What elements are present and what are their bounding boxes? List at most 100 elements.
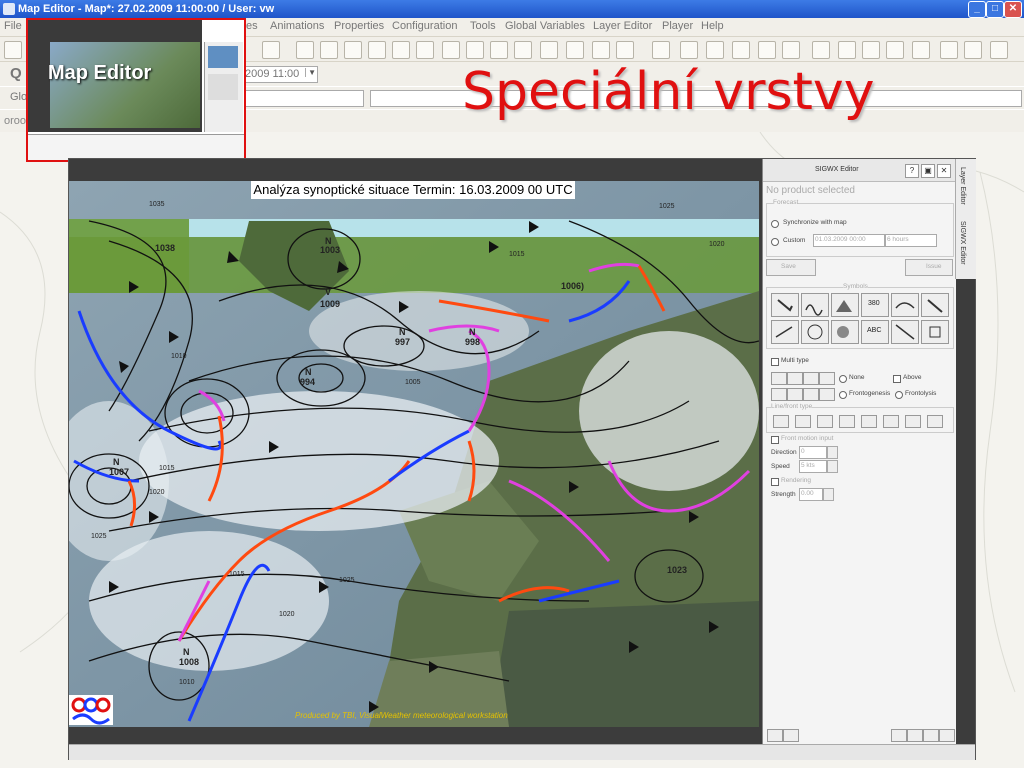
graph-icon[interactable] xyxy=(416,41,434,59)
cb-cloud-icon[interactable] xyxy=(771,293,799,317)
tool-icon[interactable] xyxy=(783,729,799,742)
strength-stepper[interactable] xyxy=(823,488,834,501)
globe-icon[interactable] xyxy=(392,41,410,59)
speed-stepper[interactable] xyxy=(827,460,838,473)
plot-icon[interactable] xyxy=(540,41,558,59)
image-icon[interactable] xyxy=(368,41,386,59)
export-icon[interactable] xyxy=(923,729,939,742)
chevron-down-icon[interactable]: ▼ xyxy=(305,68,316,77)
front-above-checkbox[interactable] xyxy=(893,375,901,383)
bucket-icon[interactable] xyxy=(490,41,508,59)
layers-icon[interactable] xyxy=(296,41,314,59)
refresh-icon[interactable] xyxy=(886,41,904,59)
film-icon[interactable] xyxy=(616,41,634,59)
cloud-area-icon[interactable] xyxy=(831,320,859,344)
tab-sigwx-editor[interactable]: SIGWX Editor xyxy=(959,221,966,265)
sounding-icon[interactable] xyxy=(442,41,460,59)
icing-icon[interactable] xyxy=(921,293,949,317)
jet-stream-icon[interactable] xyxy=(891,293,919,317)
delete-icon[interactable] xyxy=(907,729,923,742)
document-icon[interactable] xyxy=(566,41,584,59)
rendering-checkbox[interactable] xyxy=(771,478,779,486)
draw-icon[interactable] xyxy=(262,41,280,59)
menu-animations[interactable]: Animations xyxy=(270,20,324,32)
layer-input-1[interactable] xyxy=(244,90,364,107)
import-icon[interactable] xyxy=(939,729,955,742)
save-button[interactable]: Save xyxy=(766,259,816,276)
front-type-button[interactable] xyxy=(787,388,803,401)
text-box-icon[interactable]: ABC xyxy=(861,320,889,344)
network-icon[interactable] xyxy=(758,41,776,59)
tropopause-box-icon[interactable]: 380 xyxy=(861,293,889,317)
email-icon[interactable] xyxy=(912,41,930,59)
toolbar-button[interactable] xyxy=(4,41,22,59)
maximize-button[interactable]: □ xyxy=(986,1,1004,18)
front-type-button[interactable] xyxy=(803,372,819,385)
tab-layer-editor[interactable]: Layer Editor xyxy=(959,167,966,205)
paint-icon[interactable] xyxy=(592,41,610,59)
help-button[interactable]: ? xyxy=(905,164,919,178)
table-icon[interactable] xyxy=(320,41,338,59)
stats-icon[interactable] xyxy=(514,41,532,59)
front-type-button[interactable] xyxy=(771,388,787,401)
front-type-button[interactable] xyxy=(771,372,787,385)
target-icon[interactable] xyxy=(680,41,698,59)
front-none-radio[interactable] xyxy=(839,375,847,383)
stop-icon[interactable] xyxy=(652,41,670,59)
custom-radio[interactable] xyxy=(771,238,779,246)
line-icon[interactable] xyxy=(891,320,919,344)
tools-icon[interactable] xyxy=(812,41,830,59)
plugin-icon[interactable] xyxy=(940,41,958,59)
custom-hours-select[interactable]: 6 hours xyxy=(885,234,937,247)
direction-input[interactable]: 0 xyxy=(799,446,827,459)
menu-help[interactable]: Help xyxy=(701,20,724,32)
front-motion-checkbox[interactable] xyxy=(771,436,779,444)
frontolysis-radio[interactable] xyxy=(895,391,903,399)
turbulence-icon[interactable] xyxy=(801,293,829,317)
pin-icon[interactable] xyxy=(767,729,783,742)
edit-icon[interactable] xyxy=(466,41,484,59)
menu-tools[interactable]: Tools xyxy=(470,20,496,32)
minimize-button[interactable]: _ xyxy=(968,1,986,18)
line-type-button[interactable] xyxy=(817,415,833,428)
line-type-button[interactable] xyxy=(795,415,811,428)
issue-button[interactable]: Issue xyxy=(905,259,953,276)
close-button[interactable]: ✕ xyxy=(1004,1,1022,18)
mountain-wave-icon[interactable] xyxy=(831,293,859,317)
menu-global-variables[interactable]: Global Variables xyxy=(505,20,585,32)
settings-icon[interactable] xyxy=(891,729,907,742)
front-type-button[interactable] xyxy=(803,388,819,401)
menu-properties[interactable]: Properties xyxy=(334,20,384,32)
frontogenesis-radio[interactable] xyxy=(839,391,847,399)
line-type-button[interactable] xyxy=(927,415,943,428)
menu-layer-editor[interactable]: Layer Editor xyxy=(593,20,652,32)
grid-icon[interactable] xyxy=(706,41,724,59)
speed-input[interactable]: 5 kts xyxy=(799,460,827,473)
menu-file[interactable]: File xyxy=(4,20,22,32)
line-type-button[interactable] xyxy=(883,415,899,428)
sync-radio[interactable] xyxy=(771,220,779,228)
menu-player[interactable]: Player xyxy=(662,20,693,32)
multi-type-checkbox[interactable] xyxy=(771,358,779,366)
line-type-button[interactable] xyxy=(839,415,855,428)
front-edit-icon[interactable] xyxy=(771,320,799,344)
line-type-button[interactable] xyxy=(773,415,789,428)
custom-date-input[interactable]: 01.03.2009 00:00 xyxy=(813,234,885,247)
time-select[interactable]: 2009 11:00 ▼ xyxy=(244,66,318,83)
satellite-icon[interactable] xyxy=(782,41,800,59)
close-editor-button[interactable]: ✕ xyxy=(937,164,951,178)
tools-cross-icon[interactable] xyxy=(990,41,1008,59)
line-type-button[interactable] xyxy=(905,415,921,428)
point-icon[interactable] xyxy=(921,320,949,344)
network-config-icon[interactable] xyxy=(964,41,982,59)
front-type-button[interactable] xyxy=(787,372,803,385)
strength-input[interactable]: 0.00 xyxy=(799,488,823,501)
settings-icon[interactable] xyxy=(732,41,750,59)
front-type-button[interactable] xyxy=(819,372,835,385)
direction-stepper[interactable] xyxy=(827,446,838,459)
wrench-icon[interactable] xyxy=(862,41,880,59)
search-globe-icon[interactable] xyxy=(838,41,856,59)
line-type-button[interactable] xyxy=(861,415,877,428)
synoptic-map[interactable]: 1038 N 1003 V 1009 1006) N 997 N 998 N 9… xyxy=(69,181,759,727)
cyclone-icon[interactable] xyxy=(801,320,829,344)
